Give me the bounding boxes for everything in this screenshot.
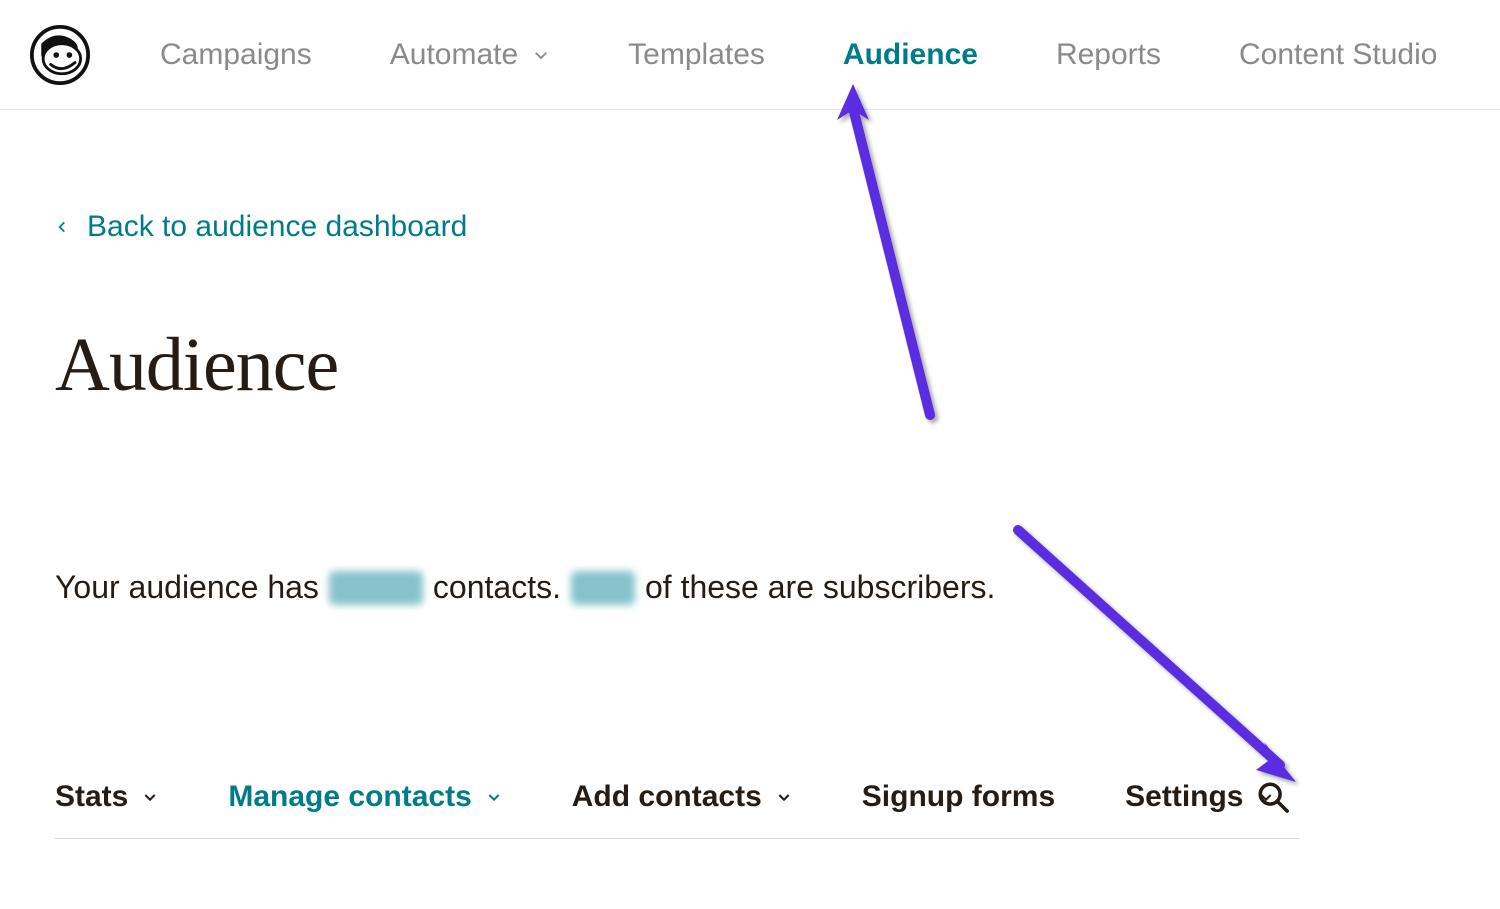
chevron-down-icon — [776, 789, 792, 805]
nav-label: Audience — [843, 38, 978, 72]
nav-label: Campaigns — [160, 38, 312, 72]
toolbar-divider — [55, 838, 1300, 839]
summary-text: Your audience has — [55, 569, 319, 606]
nav-templates[interactable]: Templates — [628, 38, 765, 72]
toolbar-label: Stats — [55, 780, 128, 814]
toolbar-stats[interactable]: Stats — [55, 780, 158, 814]
back-to-dashboard-link[interactable]: Back to audience dashboard — [55, 210, 1445, 244]
nav-reports[interactable]: Reports — [1056, 38, 1161, 72]
audience-summary: Your audience has contacts. of these are… — [55, 569, 1445, 606]
toolbar-label: Manage contacts — [228, 780, 471, 814]
nav-items: Campaigns Automate Templates Audience Re… — [160, 38, 1437, 72]
nav-label: Content Studio — [1239, 38, 1437, 72]
toolbar-manage-contacts[interactable]: Manage contacts — [228, 780, 501, 814]
chevron-down-icon — [486, 789, 502, 805]
nav-label: Automate — [390, 38, 518, 72]
chevron-left-icon — [55, 216, 69, 238]
toolbar-label: Signup forms — [862, 780, 1055, 814]
backlink-label: Back to audience dashboard — [87, 210, 467, 244]
redacted-contact-count — [329, 571, 423, 605]
toolbar-add-contacts[interactable]: Add contacts — [572, 780, 792, 814]
search-button[interactable] — [1256, 780, 1290, 814]
nav-label: Reports — [1056, 38, 1161, 72]
toolbar-label: Settings — [1125, 780, 1243, 814]
toolbar-signup-forms[interactable]: Signup forms — [862, 780, 1055, 814]
mailchimp-logo-icon[interactable] — [30, 25, 90, 85]
nav-automate[interactable]: Automate — [390, 38, 550, 72]
redacted-subscriber-count — [571, 571, 635, 605]
nav-audience[interactable]: Audience — [843, 38, 978, 72]
nav-content-studio[interactable]: Content Studio — [1239, 38, 1437, 72]
summary-text: of these are subscribers. — [645, 569, 995, 606]
search-icon — [1256, 780, 1290, 814]
page-title: Audience — [55, 322, 1445, 409]
main-content: Back to audience dashboard Audience Your… — [0, 110, 1500, 606]
chevron-down-icon — [142, 789, 158, 805]
chevron-down-icon — [532, 46, 550, 64]
nav-label: Templates — [628, 38, 765, 72]
audience-toolbar: Stats Manage contacts Add contacts Signu… — [55, 780, 1300, 814]
toolbar-settings[interactable]: Settings — [1125, 780, 1273, 814]
summary-text: contacts. — [433, 569, 561, 606]
nav-campaigns[interactable]: Campaigns — [160, 38, 312, 72]
toolbar-label: Add contacts — [572, 780, 762, 814]
top-nav: Campaigns Automate Templates Audience Re… — [0, 0, 1500, 110]
